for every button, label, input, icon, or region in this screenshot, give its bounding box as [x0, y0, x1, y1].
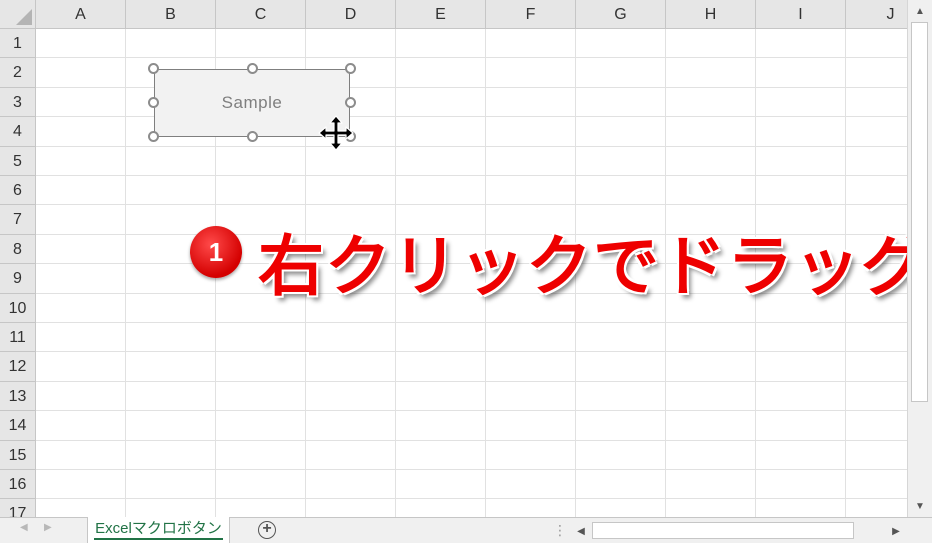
gridline-horizontal — [36, 351, 907, 353]
column-header[interactable]: J — [846, 0, 907, 29]
gridline-horizontal — [36, 322, 907, 323]
resize-handle-top-right[interactable] — [345, 63, 356, 74]
sheet-nav-prev-icon[interactable]: ◀ — [20, 522, 28, 533]
splitter-handle-icon[interactable]: ⋮ — [553, 521, 567, 539]
row-header[interactable]: 9 — [0, 264, 36, 294]
gridline-horizontal — [36, 175, 907, 176]
resize-handle-bottom-left[interactable] — [148, 131, 159, 142]
row-header[interactable]: 6 — [0, 176, 36, 206]
column-header[interactable]: D — [306, 0, 396, 29]
resize-handle-top-center[interactable] — [247, 63, 258, 74]
row-header[interactable]: 8 — [0, 234, 36, 265]
plus-circle-icon[interactable]: + — [258, 521, 276, 539]
gridline-horizontal — [36, 380, 907, 382]
resize-handle-middle-right[interactable] — [345, 97, 356, 108]
sheet-nav-next-icon[interactable]: ▶ — [44, 522, 52, 533]
worksheet-grid[interactable]: ABCDEFGHIJ 1 2 3 4 5 6 7 8 9 10 11 12 13 14 15 16 17 Sam… — [0, 0, 907, 517]
select-all-corner[interactable] — [0, 0, 36, 29]
column-header[interactable]: E — [396, 0, 486, 29]
resize-handle-top-left[interactable] — [148, 63, 159, 74]
sample-button-label: Sample — [221, 93, 283, 112]
column-header[interactable]: G — [576, 0, 666, 29]
active-tab-underline — [94, 538, 223, 540]
select-all-triangle-icon — [16, 9, 32, 25]
column-header[interactable]: H — [666, 0, 756, 29]
resize-handle-bottom-center[interactable] — [247, 131, 258, 142]
row-header[interactable]: 16 — [0, 470, 36, 500]
row-header[interactable]: 5 — [0, 146, 36, 176]
horizontal-scrollbar[interactable]: ◀ ▶ — [570, 519, 907, 542]
sheet-tab-label: Excelマクロボタン — [95, 520, 222, 537]
row-header[interactable]: 1 — [0, 29, 36, 59]
gridline-horizontal — [36, 498, 907, 500]
step-number: 1 — [208, 236, 224, 267]
gridline-horizontal — [36, 57, 907, 59]
move-arrows-icon — [318, 115, 354, 151]
sheet-tab-bar: ◀ ▶ Excelマクロボタン + ⋮ ◀ ▶ — [0, 517, 932, 543]
row-header[interactable]: 7 — [0, 205, 36, 235]
column-header[interactable]: I — [756, 0, 846, 29]
row-header[interactable]: 14 — [0, 411, 36, 441]
gridline-horizontal — [36, 439, 907, 441]
row-header[interactable]: 3 — [0, 87, 36, 118]
column-header[interactable]: A — [36, 0, 126, 29]
step-number-badge: 1 — [190, 226, 242, 278]
gridline-vertical — [125, 29, 126, 517]
gridline-horizontal — [36, 469, 907, 470]
triangle-down-icon[interactable]: ▼ — [910, 496, 930, 516]
row-header[interactable]: 10 — [0, 293, 36, 323]
sheet-tab-excel-macro-button[interactable]: Excelマクロボタン — [87, 517, 230, 543]
gridline-horizontal — [36, 410, 907, 412]
row-header[interactable]: 17 — [0, 499, 36, 517]
horizontal-scroll-thumb[interactable] — [592, 522, 854, 539]
column-header[interactable]: C — [216, 0, 306, 29]
triangle-right-icon[interactable]: ▶ — [886, 521, 906, 541]
vertical-scroll-thumb[interactable] — [911, 22, 928, 402]
vertical-scrollbar[interactable]: ▲ ▼ — [907, 0, 932, 517]
column-header[interactable]: B — [126, 0, 216, 29]
row-header[interactable]: 4 — [0, 117, 36, 147]
gridline-horizontal — [36, 145, 907, 147]
triangle-left-icon[interactable]: ◀ — [571, 521, 591, 541]
row-header[interactable]: 2 — [0, 58, 36, 88]
triangle-up-icon[interactable]: ▲ — [910, 1, 930, 21]
row-header[interactable]: 12 — [0, 352, 36, 382]
row-header[interactable]: 15 — [0, 440, 36, 470]
row-header[interactable]: 11 — [0, 323, 36, 353]
resize-handle-middle-left[interactable] — [148, 97, 159, 108]
column-header[interactable]: F — [486, 0, 576, 29]
instruction-annotation: 右クリックでドラッグ — [257, 228, 907, 304]
row-header[interactable]: 13 — [0, 381, 36, 412]
gridline-horizontal — [36, 204, 907, 206]
